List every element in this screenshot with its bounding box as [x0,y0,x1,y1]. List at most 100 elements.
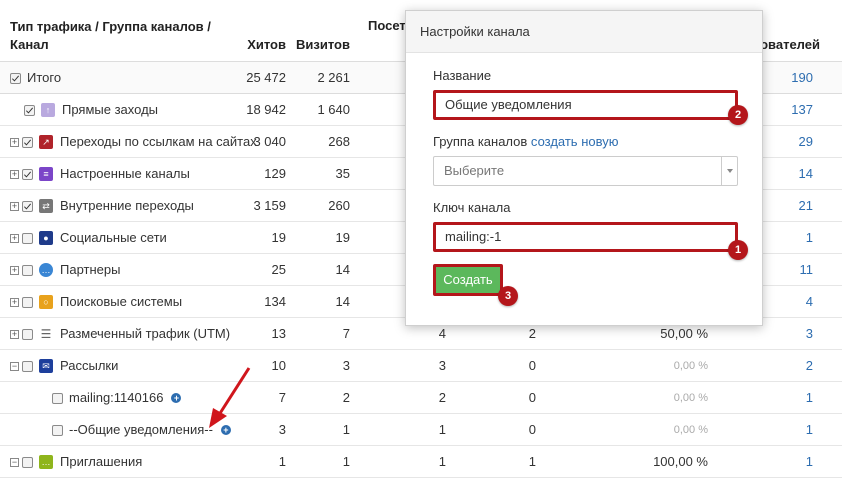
cell-visits: 3 [342,358,350,373]
row-name: Переходы по ссылкам на сайтах [60,134,257,149]
key-input[interactable]: mailing:-1 [433,222,738,252]
cell-users[interactable]: 1 [760,446,813,478]
cell-users[interactable]: 14 [760,158,813,190]
row-name: Рассылки [60,358,119,373]
table-row: − … Приглашения 1 1 1 1 100,00 % 1 [0,446,842,478]
step-marker-2: 2 [728,105,748,125]
create-button[interactable]: Создать [433,264,503,296]
add-icon[interactable]: + [171,393,182,403]
cell-hits: 19 [271,230,286,245]
cell-visitors: 3 [438,358,446,373]
row-name: --Общие уведомления-- [69,422,213,437]
cell-visitors: 2 [438,390,446,405]
modal-title: Настройки канала [406,11,762,53]
header-users[interactable]: ователей [760,37,820,52]
row-name: Прямые заходы [62,102,159,117]
row-name: Внутренние переходы [60,198,194,213]
row-name: Поисковые системы [60,294,183,309]
cell-users[interactable]: 3 [760,318,813,350]
row-name: Партнеры [60,262,121,277]
cell-users[interactable]: 2 [760,350,813,382]
expand-icon[interactable]: + [10,137,19,147]
cell-hits: 25 472 [246,70,286,85]
cell-hits: 1 [278,454,286,469]
chevron-down-icon [721,157,737,185]
cell-visits: 260 [328,198,350,213]
cell-percent: 100,00 % [653,454,708,469]
cell-hits: 129 [264,166,286,181]
expand-icon[interactable]: + [10,265,19,275]
cell-users[interactable]: 1 [760,382,813,414]
row-checkbox[interactable] [52,392,63,404]
cell-users[interactable]: 21 [760,190,813,222]
name-label: Название [433,68,492,83]
annotation-arrow-icon [209,367,251,428]
cell-users[interactable]: 1 [760,222,813,254]
row-checkbox[interactable] [22,264,33,276]
row-checkbox[interactable] [22,136,33,148]
table-row: − ✉ Рассылки 10 3 3 0 0,00 % 2 [0,350,842,382]
cell-visits: 35 [335,166,350,181]
expand-icon[interactable]: + [10,201,19,211]
header-visits[interactable]: Визитов [296,37,350,52]
cell-visits: 2 261 [317,70,350,85]
cell-users[interactable]: 1 [760,414,813,446]
row-checkbox[interactable] [22,232,33,244]
row-checkbox[interactable] [22,296,33,308]
cell-col4: 0 [528,422,536,437]
row-checkbox[interactable] [22,168,33,180]
cell-col4: 0 [528,358,536,373]
row-checkbox[interactable] [22,200,33,212]
cell-users[interactable]: 190 [760,62,813,94]
user-icon: ● [39,231,53,245]
cell-users[interactable]: 137 [760,94,813,126]
external-link-icon: ↗ [39,135,53,149]
exchange-icon: ⇄ [39,199,53,213]
row-checkbox[interactable] [24,104,35,116]
cell-visits: 14 [335,294,350,309]
collapse-icon[interactable]: − [10,361,19,371]
row-checkbox[interactable] [22,360,33,372]
group-select[interactable]: Выберите [433,156,738,186]
chat-icon: … [39,263,53,277]
direct-icon: ↑ [41,103,55,117]
cell-users[interactable]: 11 [760,254,814,286]
expand-icon[interactable]: + [10,297,19,307]
table-row: mailing:1140166 + 7 2 2 0 0,00 % 1 [0,382,842,414]
row-name: Социальные сети [60,230,167,245]
header-visitors[interactable]: Посет [368,18,406,33]
cell-col4: 0 [528,390,536,405]
row-name: Приглашения [60,454,143,469]
name-input[interactable]: Общие уведомления [433,90,738,120]
cell-visitors: 1 [438,454,446,469]
search-icon: ○ [39,295,53,309]
cell-visits: 19 [335,230,350,245]
group-label-text: Группа каналов [433,134,528,149]
checkbox-total[interactable] [10,72,21,84]
row-name: Настроенные каналы [60,166,190,181]
row-name: Итого [27,70,62,85]
cell-percent: 0,00 % [673,360,708,372]
group-select-value: Выберите [444,163,505,178]
create-group-link[interactable]: создать новую [531,134,619,149]
key-label: Ключ канала [433,200,511,215]
channel-settings-modal: Настройки канала Название Общие уведомле… [405,10,763,326]
cell-percent: 0,00 % [673,424,708,436]
header-hits[interactable]: Хитов [230,37,286,52]
collapse-icon[interactable]: − [10,457,19,467]
row-checkbox[interactable] [22,328,33,340]
expand-icon[interactable]: + [10,169,19,179]
header-name[interactable]: Тип трафика / Группа каналов / Канал [10,18,215,54]
row-checkbox[interactable] [52,424,63,436]
expand-icon[interactable]: + [10,233,19,243]
cell-visits: 2 [342,390,350,405]
row-checkbox[interactable] [22,456,33,468]
cell-hits: 13 [271,326,286,341]
cell-users[interactable]: 4 [760,286,813,318]
expand-icon[interactable]: + [10,329,19,339]
speech-bubble-icon: … [39,455,53,469]
cell-visits: 1 [342,454,350,469]
cell-users[interactable]: 29 [760,126,813,158]
envelope-icon: ✉ [39,359,53,373]
table-row: --Общие уведомления-- + 3 1 1 0 0,00 % 1 [0,414,842,446]
